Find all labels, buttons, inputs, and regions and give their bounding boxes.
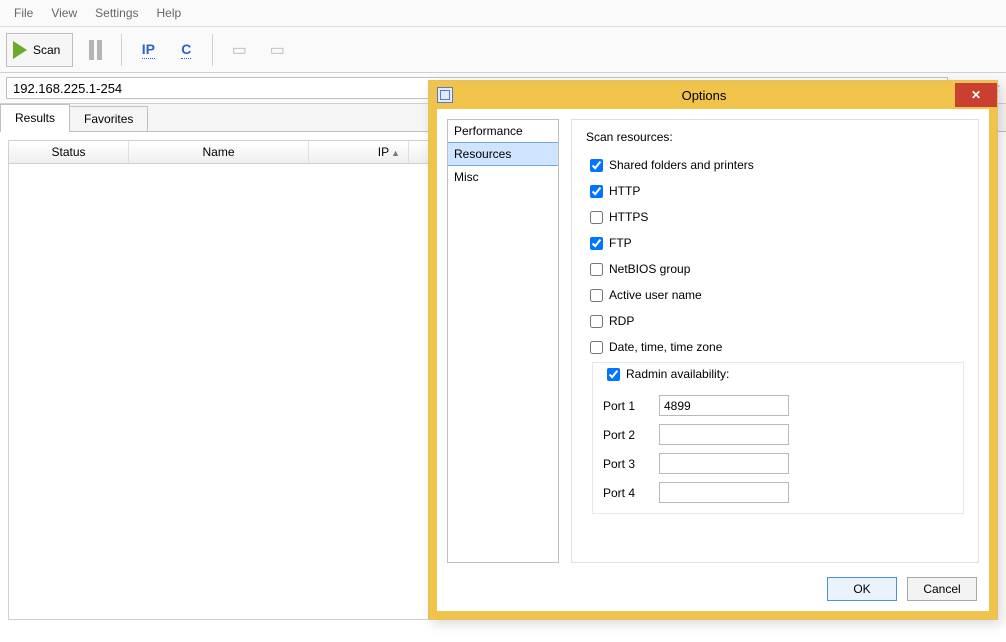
chk-datetime-label: Date, time, time zone <box>609 340 722 354</box>
chk-https-label: HTTPS <box>609 210 648 224</box>
side-item-misc[interactable]: Misc <box>448 166 558 188</box>
menu-help[interactable]: Help <box>148 3 191 23</box>
play-icon <box>13 41 27 59</box>
chk-radmin[interactable] <box>607 368 620 381</box>
port3-input[interactable] <box>659 453 789 474</box>
dialog-main: Performance Resources Misc Scan resource… <box>447 119 979 563</box>
scan-button-label: Scan <box>33 43 60 57</box>
chk-ftp[interactable] <box>590 237 603 250</box>
port4-label: Port 4 <box>603 486 645 500</box>
scan-button[interactable]: Scan <box>6 33 73 67</box>
scan-resources-label: Scan resources: <box>586 130 964 144</box>
menu-settings[interactable]: Settings <box>86 3 147 23</box>
ok-button[interactable]: OK <box>827 577 897 601</box>
tab-results[interactable]: Results <box>0 104 70 131</box>
sort-asc-icon: ▲ <box>391 148 400 158</box>
separator <box>212 34 213 66</box>
port3-label: Port 3 <box>603 457 645 471</box>
c-icon: C <box>181 41 191 59</box>
dialog-buttons: OK Cancel <box>447 573 979 601</box>
radmin-group: Radmin availability: Port 1 Port 2 Port … <box>592 362 964 514</box>
dialog-icon <box>437 87 453 103</box>
port1-label: Port 1 <box>603 399 645 413</box>
list-tool-1[interactable]: ▭ <box>223 34 255 66</box>
chk-netbios-label: NetBIOS group <box>609 262 690 276</box>
chk-ftp-label: FTP <box>609 236 632 250</box>
chk-rdp-label: RDP <box>609 314 634 328</box>
col-ip-label: IP <box>378 145 389 159</box>
dialog-titlebar[interactable]: Options ✕ <box>429 81 997 109</box>
tree-icon: ▭ <box>232 40 247 60</box>
menu-file[interactable]: File <box>5 3 42 23</box>
chk-shared-label: Shared folders and printers <box>609 158 754 172</box>
port1-input[interactable] <box>659 395 789 416</box>
list-tool-2[interactable]: ▭ <box>261 34 293 66</box>
resources-panel: Scan resources: Shared folders and print… <box>571 119 979 563</box>
chk-http-label: HTTP <box>609 184 640 198</box>
options-dialog: Options ✕ Performance Resources Misc Sca… <box>428 80 998 620</box>
chk-radmin-label: Radmin availability: <box>626 367 729 381</box>
tree-icon: ▭ <box>270 40 285 60</box>
chk-shared[interactable] <box>590 159 603 172</box>
dialog-side-list: Performance Resources Misc <box>447 119 559 563</box>
chk-netbios[interactable] <box>590 263 603 276</box>
c-tool-button[interactable]: C <box>170 34 202 66</box>
tab-favorites[interactable]: Favorites <box>69 106 148 131</box>
cancel-button[interactable]: Cancel <box>907 577 977 601</box>
chk-http[interactable] <box>590 185 603 198</box>
chk-rdp[interactable] <box>590 315 603 328</box>
toolbar: Scan IP C ▭ ▭ <box>0 27 1006 73</box>
chk-activeuser-label: Active user name <box>609 288 702 302</box>
dialog-title: Options <box>453 88 955 103</box>
side-item-performance[interactable]: Performance <box>448 120 558 142</box>
ip-tool-button[interactable]: IP <box>132 34 164 66</box>
menu-view[interactable]: View <box>42 3 86 23</box>
ip-icon: IP <box>142 41 155 59</box>
dialog-body: Performance Resources Misc Scan resource… <box>429 109 997 619</box>
separator <box>121 34 122 66</box>
port2-label: Port 2 <box>603 428 645 442</box>
chk-activeuser[interactable] <box>590 289 603 302</box>
col-status[interactable]: Status <box>9 141 129 163</box>
port2-input[interactable] <box>659 424 789 445</box>
dialog-close-button[interactable]: ✕ <box>955 83 997 107</box>
side-item-resources[interactable]: Resources <box>448 142 558 166</box>
menubar: File View Settings Help <box>0 0 1006 27</box>
port4-input[interactable] <box>659 482 789 503</box>
chk-datetime[interactable] <box>590 341 603 354</box>
col-name[interactable]: Name <box>129 141 309 163</box>
pause-button[interactable] <box>79 34 111 66</box>
chk-https[interactable] <box>590 211 603 224</box>
pause-icon <box>81 40 110 60</box>
col-ip[interactable]: IP▲ <box>309 141 409 163</box>
close-icon: ✕ <box>971 88 981 102</box>
